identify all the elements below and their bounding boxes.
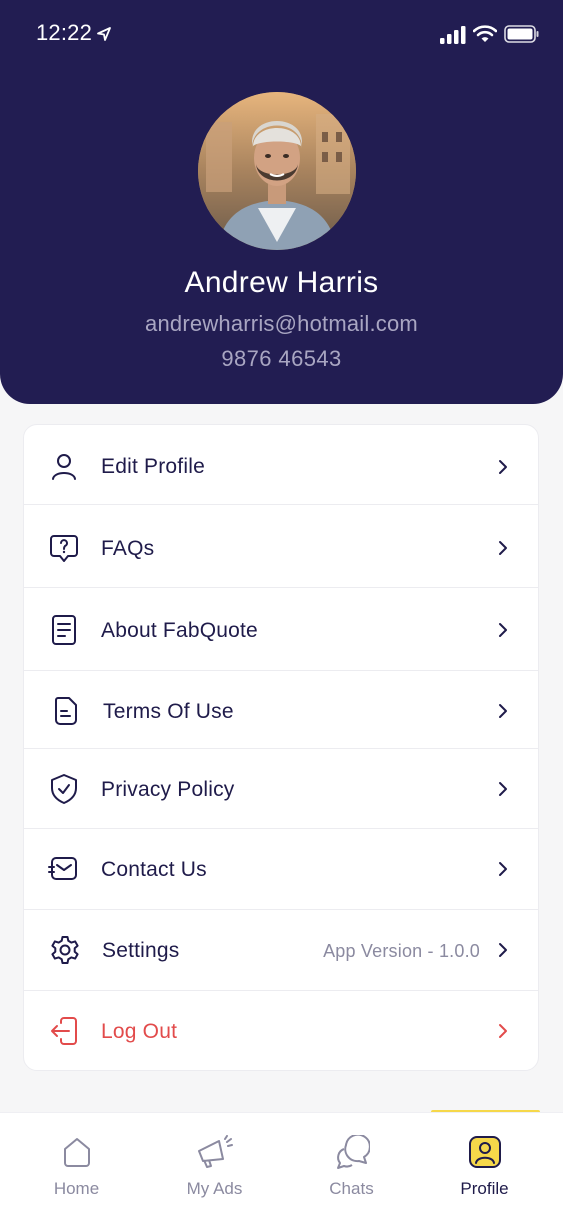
menu-item-terms[interactable]: Terms Of Use <box>24 671 538 749</box>
menu-item-privacy[interactable]: Privacy Policy <box>24 749 538 829</box>
menu-label-settings: Settings <box>102 939 180 962</box>
tab-label-my-ads: My Ads <box>186 1179 243 1198</box>
chevron-right-icon <box>499 460 507 474</box>
tab-chats[interactable]: Chats <box>284 1113 419 1218</box>
menu-item-contact[interactable]: Contact Us <box>24 829 538 910</box>
terms-document-icon <box>55 697 77 725</box>
logout-icon <box>51 1017 77 1045</box>
tab-label-chats: Chats <box>329 1179 374 1198</box>
menu-label-privacy: Privacy Policy <box>101 778 235 801</box>
avatar-photo <box>198 92 356 250</box>
bottom-tab-bar: Home My Ads Chats Profile <box>0 1112 563 1218</box>
chevron-right-icon <box>499 782 507 796</box>
megaphone-icon <box>197 1135 233 1168</box>
question-bubble-icon <box>50 535 78 562</box>
user-icon <box>52 454 76 480</box>
chevron-right-icon <box>499 943 507 957</box>
mail-icon <box>48 857 77 880</box>
gear-icon <box>51 936 79 964</box>
chevron-right-icon <box>499 704 507 718</box>
profile-icon <box>468 1136 501 1168</box>
menu-item-edit-profile[interactable]: Edit Profile <box>24 425 538 505</box>
tab-profile[interactable]: Profile <box>417 1113 552 1218</box>
document-icon <box>52 615 76 645</box>
menu-item-logout[interactable]: Log Out <box>24 991 538 1070</box>
tab-label-home: Home <box>53 1179 100 1198</box>
avatar <box>198 92 356 250</box>
app-version: App Version - 1.0.0 <box>323 941 480 961</box>
shield-check-icon <box>51 774 77 804</box>
chevron-right-icon <box>499 623 507 637</box>
profile-header: 12:22 Andrew Harris andrewharris@hotmail… <box>0 0 563 404</box>
menu-label-about: About FabQuote <box>101 619 258 642</box>
chevron-right-icon <box>499 1024 507 1038</box>
tab-label-profile: Profile <box>460 1179 509 1198</box>
menu-item-faqs[interactable]: FAQs <box>24 506 538 588</box>
menu-label-faqs: FAQs <box>101 537 155 560</box>
profile-email: andrewharris@hotmail.com <box>145 311 418 336</box>
menu-item-settings[interactable]: Settings App Version - 1.0.0 <box>24 910 538 991</box>
menu-label-terms: Terms Of Use <box>103 700 234 723</box>
profile-phone: 9876 46543 <box>221 346 342 371</box>
signal-icon <box>440 26 466 44</box>
menu-label-contact: Contact Us <box>101 858 207 881</box>
location-arrow-icon <box>97 27 111 41</box>
profile-name: Andrew Harris <box>184 266 379 299</box>
chevron-right-icon <box>499 862 507 876</box>
menu-label-edit-profile: Edit Profile <box>101 455 205 478</box>
status-time: 12:22 <box>36 20 93 45</box>
battery-icon <box>504 25 539 43</box>
menu-label-logout: Log Out <box>101 1020 178 1043</box>
status-bar: 12:22 <box>0 0 563 68</box>
home-icon <box>63 1138 90 1167</box>
wifi-icon <box>473 25 497 42</box>
menu-item-about[interactable]: About FabQuote <box>24 588 538 671</box>
tab-my-ads[interactable]: My Ads <box>147 1113 282 1218</box>
chevron-right-icon <box>499 541 507 555</box>
tab-home[interactable]: Home <box>9 1113 144 1218</box>
profile-menu: Edit Profile FAQs About FabQuote Terms O… <box>23 424 539 1071</box>
chat-bubbles-icon <box>336 1135 370 1169</box>
